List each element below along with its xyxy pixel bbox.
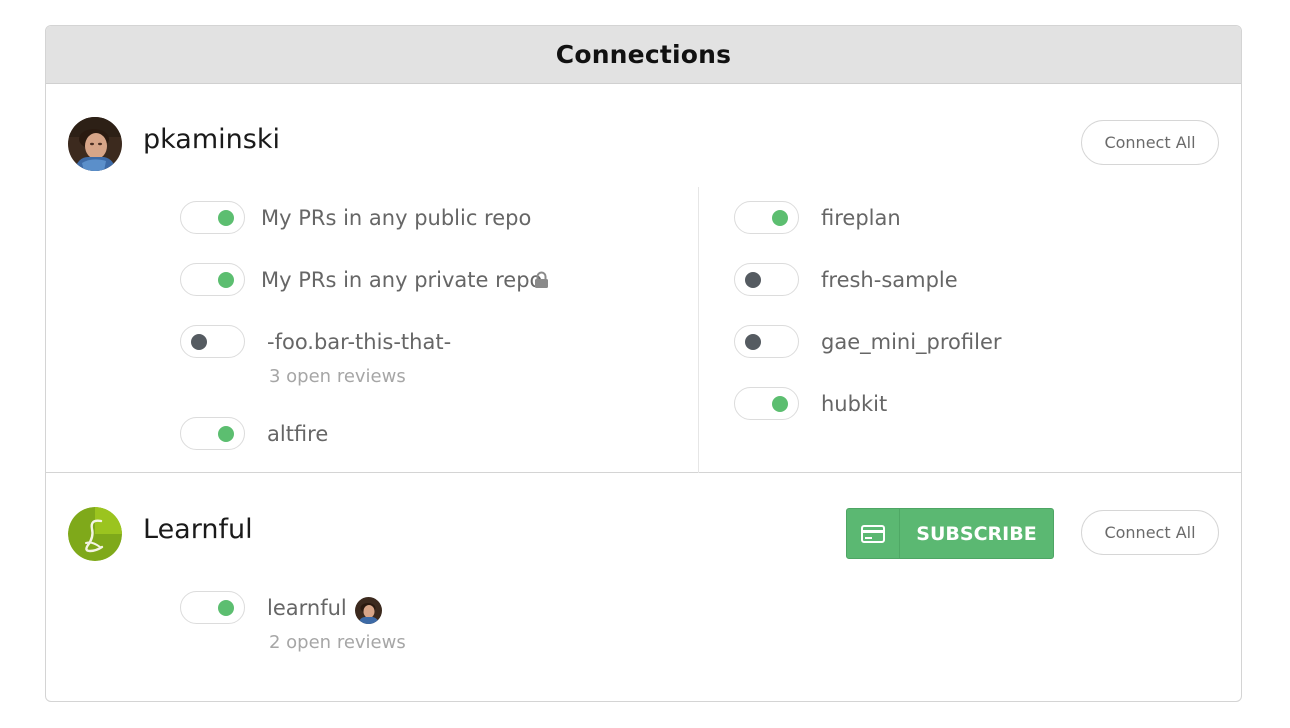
- connections-panel: Connections pkaminski Connect All My PRs…: [45, 25, 1242, 702]
- toggle-hubkit[interactable]: [734, 387, 799, 420]
- repo-label: learnful: [267, 596, 347, 620]
- lock-icon: [535, 271, 548, 288]
- org-name: pkaminski: [143, 124, 280, 155]
- toggle-knob: [772, 396, 788, 412]
- repo-label: hubkit: [821, 392, 888, 416]
- toggle-knob: [218, 272, 234, 288]
- org-section-pkaminski: pkaminski Connect All My PRs in any publ…: [46, 84, 1241, 473]
- repo-label: fresh-sample: [821, 268, 958, 292]
- repo-label: fireplan: [821, 206, 901, 230]
- toggle-altfire[interactable]: [180, 417, 245, 450]
- toggle-learnful[interactable]: [180, 591, 245, 624]
- toggle-knob: [772, 210, 788, 226]
- toggle-fresh-sample[interactable]: [734, 263, 799, 296]
- subscribe-button[interactable]: SUBSCRIBE: [846, 508, 1054, 559]
- toggle-fireplan[interactable]: [734, 201, 799, 234]
- open-reviews-count: 3 open reviews: [269, 366, 406, 387]
- org-name: Learnful: [143, 514, 253, 545]
- toggle-private-prs[interactable]: [180, 263, 245, 296]
- repo-label: -foo.bar-this-that-: [267, 330, 452, 354]
- repo-label: altfire: [267, 422, 329, 446]
- panel-title: Connections: [555, 40, 732, 69]
- user-avatar: [355, 597, 382, 624]
- connect-all-button[interactable]: Connect All: [1081, 510, 1219, 555]
- org-section-learnful: Learnful SUBSCRIBE Connect All learnful: [46, 474, 1241, 701]
- credit-card-icon: [847, 509, 900, 558]
- panel-header: Connections: [46, 26, 1241, 84]
- column-divider: [698, 187, 699, 473]
- repo-label: My PRs in any public repo: [261, 206, 532, 230]
- learnful-logo: [68, 507, 122, 561]
- toggle-knob: [218, 600, 234, 616]
- toggle-public-prs[interactable]: [180, 201, 245, 234]
- toggle-knob: [745, 272, 761, 288]
- toggle-knob: [218, 426, 234, 442]
- connect-all-button[interactable]: Connect All: [1081, 120, 1219, 165]
- open-reviews-count: 2 open reviews: [269, 632, 406, 653]
- toggle-knob: [218, 210, 234, 226]
- toggle-knob: [191, 334, 207, 350]
- repo-label: gae_mini_profiler: [821, 330, 1002, 354]
- user-avatar: [68, 117, 122, 171]
- toggle-knob: [745, 334, 761, 350]
- repo-label: My PRs in any private repo: [261, 268, 543, 292]
- subscribe-label: SUBSCRIBE: [916, 522, 1037, 545]
- toggle-gae-mini-profiler[interactable]: [734, 325, 799, 358]
- toggle-foo-bar[interactable]: [180, 325, 245, 358]
